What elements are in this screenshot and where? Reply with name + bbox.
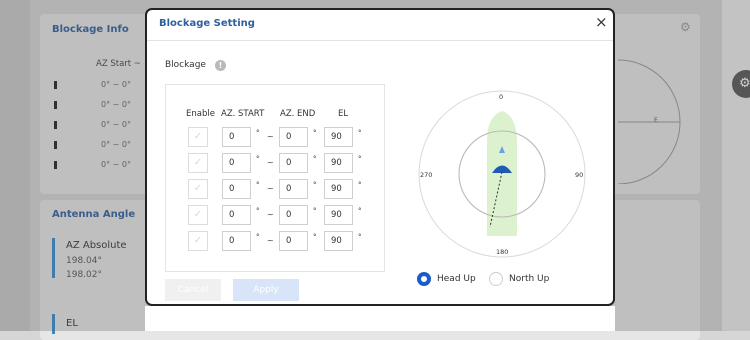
compass-label-w: 270 bbox=[420, 171, 432, 179]
az-start-input[interactable]: 0 bbox=[222, 179, 251, 199]
az-start-input[interactable]: 0 bbox=[222, 205, 251, 225]
compass-label-e: 90 bbox=[575, 171, 583, 179]
degree-unit: ° bbox=[358, 233, 362, 241]
az-start-input[interactable]: 0 bbox=[222, 127, 251, 147]
degree-unit: ° bbox=[256, 233, 260, 241]
enable-checkbox[interactable]: ✓ bbox=[188, 205, 208, 225]
degree-unit: ° bbox=[313, 181, 317, 189]
degree-unit: ° bbox=[358, 181, 362, 189]
degree-unit: ° bbox=[313, 129, 317, 137]
col-az-start: AZ. START bbox=[221, 109, 265, 119]
blockage-setting-modal: Blockage Setting × Blockage ! Enable AZ.… bbox=[145, 8, 615, 306]
blockage-row: ✓ 0 ° ~ 0 ° 90 ° bbox=[166, 205, 386, 227]
az-end-input[interactable]: 0 bbox=[279, 179, 308, 199]
az-end-input[interactable]: 0 bbox=[279, 231, 308, 251]
blockage-compass: 0 90 180 270 bbox=[418, 90, 586, 258]
degree-unit: ° bbox=[313, 233, 317, 241]
enable-checkbox[interactable]: ✓ bbox=[188, 153, 208, 173]
enable-checkbox[interactable]: ✓ bbox=[188, 231, 208, 251]
modal-title: Blockage Setting bbox=[159, 18, 255, 29]
blockage-row: ✓ 0 ° ~ 0 ° 90 ° bbox=[166, 231, 386, 253]
range-separator: ~ bbox=[267, 158, 274, 167]
degree-unit: ° bbox=[358, 129, 362, 137]
enable-checkbox[interactable]: ✓ bbox=[188, 127, 208, 147]
apply-button[interactable]: Apply bbox=[233, 279, 299, 301]
degree-unit: ° bbox=[358, 155, 362, 163]
blockage-row: ✓ 0 ° ~ 0 ° 90 ° bbox=[166, 127, 386, 149]
degree-unit: ° bbox=[313, 155, 317, 163]
range-separator: ~ bbox=[267, 236, 274, 245]
col-el: EL bbox=[338, 109, 349, 119]
col-enable: Enable bbox=[186, 109, 215, 119]
head-up-label[interactable]: Head Up bbox=[437, 274, 476, 284]
degree-unit: ° bbox=[256, 207, 260, 215]
range-separator: ~ bbox=[267, 184, 274, 193]
modal-lower-area bbox=[145, 306, 615, 331]
az-start-input[interactable]: 0 bbox=[222, 231, 251, 251]
range-separator: ~ bbox=[267, 132, 274, 141]
degree-unit: ° bbox=[256, 155, 260, 163]
az-start-input[interactable]: 0 bbox=[222, 153, 251, 173]
az-end-input[interactable]: 0 bbox=[279, 127, 308, 147]
degree-unit: ° bbox=[313, 207, 317, 215]
close-icon[interactable]: × bbox=[595, 13, 608, 31]
cancel-button[interactable]: Cancel bbox=[165, 279, 221, 301]
degree-unit: ° bbox=[256, 181, 260, 189]
blockage-row: ✓ 0 ° ~ 0 ° 90 ° bbox=[166, 153, 386, 175]
compass-label-s: 180 bbox=[496, 248, 508, 256]
el-input[interactable]: 90 bbox=[324, 205, 353, 225]
north-up-label[interactable]: North Up bbox=[509, 274, 549, 284]
el-input[interactable]: 90 bbox=[324, 153, 353, 173]
el-input[interactable]: 90 bbox=[324, 231, 353, 251]
degree-unit: ° bbox=[256, 129, 260, 137]
blockage-row: ✓ 0 ° ~ 0 ° 90 ° bbox=[166, 179, 386, 201]
az-end-input[interactable]: 0 bbox=[279, 205, 308, 225]
range-separator: ~ bbox=[267, 210, 274, 219]
az-end-input[interactable]: 0 bbox=[279, 153, 308, 173]
head-up-radio[interactable] bbox=[417, 272, 431, 286]
el-input[interactable]: 90 bbox=[324, 127, 353, 147]
blockage-label: Blockage bbox=[165, 60, 206, 70]
modal-divider bbox=[147, 40, 613, 41]
col-az-end: AZ. END bbox=[280, 109, 316, 119]
compass-label-n: 0 bbox=[499, 93, 503, 101]
el-input[interactable]: 90 bbox=[324, 179, 353, 199]
north-up-radio[interactable] bbox=[489, 272, 503, 286]
info-icon[interactable]: ! bbox=[215, 60, 226, 71]
blockage-table: Enable AZ. START AZ. END EL ✓ 0 ° ~ 0 ° … bbox=[165, 84, 385, 272]
enable-checkbox[interactable]: ✓ bbox=[188, 179, 208, 199]
degree-unit: ° bbox=[358, 207, 362, 215]
